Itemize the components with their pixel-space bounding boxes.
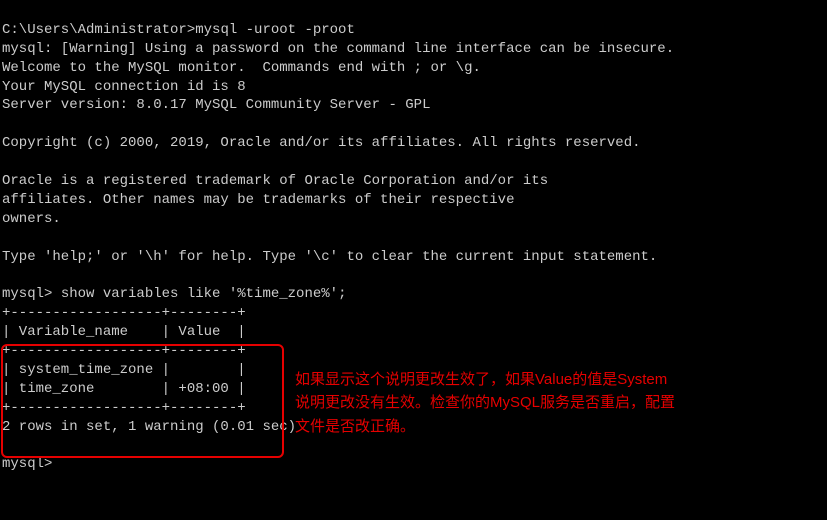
welcome-line-3: Server version: 8.0.17 MySQL Community S… — [2, 97, 430, 113]
copyright-line: Copyright (c) 2000, 2019, Oracle and/or … — [2, 135, 641, 151]
table-row: | system_time_zone | | — [2, 362, 246, 378]
table-row: | time_zone | +08:00 | — [2, 381, 246, 397]
mysql-warning: mysql: [Warning] Using a password on the… — [2, 41, 674, 57]
table-divider-top: +------------------+--------+ — [2, 305, 246, 321]
welcome-line-2: Your MySQL connection id is 8 — [2, 79, 246, 95]
table-divider-bot: +------------------+--------+ — [2, 400, 246, 416]
annotation-line-1: 如果显示这个说明更改生效了，如果Value的值是System — [295, 368, 815, 391]
terminal-output: C:\Users\Administrator>mysql -uroot -pro… — [0, 0, 827, 520]
mysql-prompt: mysql> — [2, 286, 52, 302]
table-divider-mid: +------------------+--------+ — [2, 343, 246, 359]
trademark-line-3: owners. — [2, 211, 61, 227]
annotation-line-2: 说明更改没有生效。检查你的MySQL服务是否重启，配置 — [295, 391, 815, 414]
welcome-line-1: Welcome to the MySQL monitor. Commands e… — [2, 60, 481, 76]
login-command[interactable]: mysql -uroot -proot — [195, 22, 355, 38]
help-line: Type 'help;' or '\h' for help. Type '\c'… — [2, 249, 657, 265]
sql-query[interactable]: show variables like '%time_zone%'; — [52, 286, 346, 302]
shell-prompt: C:\Users\Administrator> — [2, 22, 195, 38]
mysql-prompt[interactable]: mysql> — [2, 456, 52, 472]
rows-summary: 2 rows in set, 1 warning (0.01 sec) — [2, 419, 296, 435]
trademark-line-2: affiliates. Other names may be trademark… — [2, 192, 514, 208]
table-header-row: | Variable_name | Value | — [2, 324, 246, 340]
trademark-line-1: Oracle is a registered trademark of Orac… — [2, 173, 548, 189]
annotation-line-3: 文件是否改正确。 — [295, 415, 815, 438]
annotation-text: 如果显示这个说明更改生效了，如果Value的值是System 说明更改没有生效。… — [295, 368, 815, 438]
